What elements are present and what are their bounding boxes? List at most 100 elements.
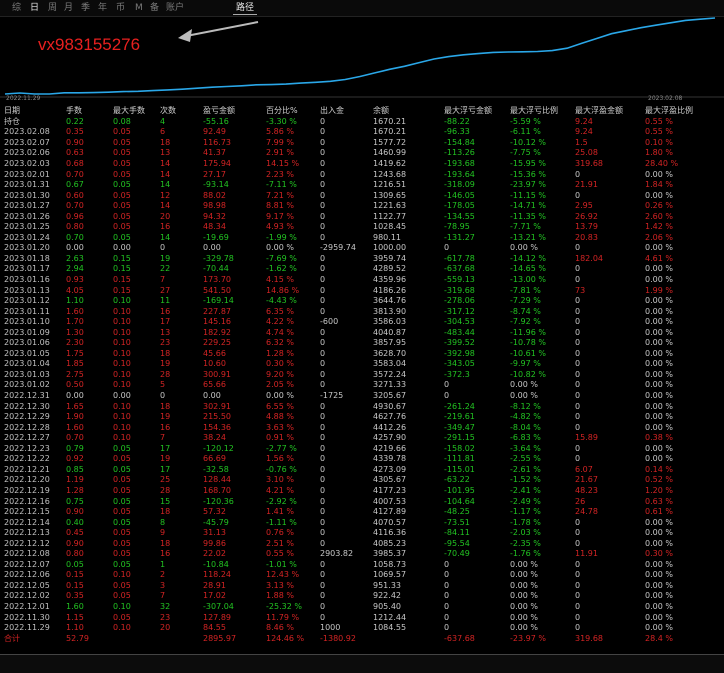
table-row[interactable]: 2023.01.25 0.80 0.05 16 48.34 4.93 % 0 1028.45 -… bbox=[4, 222, 715, 233]
cell-pnl: 118.24 bbox=[203, 570, 231, 580]
table-row[interactable]: 2023.01.31 0.67 0.05 14 -93.14 -7.11 % 0 1216.5… bbox=[4, 180, 715, 191]
table-row[interactable]: 2022.12.20 1.19 0.05 25 128.44 3.10 % 0 4305.67… bbox=[4, 475, 715, 486]
tab-quarter[interactable]: 季 bbox=[81, 2, 90, 14]
tab-day[interactable]: 日 bbox=[30, 2, 39, 14]
table-row[interactable]: 2022.12.12 0.90 0.05 18 99.86 2.51 % 0 4085.23 -… bbox=[4, 538, 715, 549]
cell-max-float-profit: 0 bbox=[575, 454, 581, 464]
cell-pnl: 127.89 bbox=[203, 612, 231, 622]
cell-max-float-profit: 9.24 bbox=[575, 127, 593, 137]
watermark-text: vx983155276 bbox=[38, 35, 141, 54]
table-row[interactable]: 2022.12.14 0.40 0.05 8 -45.79 -1.11 % 0 4070.57… bbox=[4, 517, 715, 528]
table-row[interactable]: 2022.12.27 0.70 0.10 7 38.24 0.91 % 0 4257.90 -2… bbox=[4, 433, 715, 444]
table-row[interactable]: 2023.01.03 2.75 0.10 28 300.91 9.20 % 0 3572.24… bbox=[4, 370, 715, 381]
table-row[interactable]: 2022.12.07 0.05 0.05 1 -10.84 -1.01 % 0 1058.73… bbox=[4, 560, 715, 571]
table-row[interactable]: 2023.01.04 1.85 0.10 19 10.60 0.30 % 0 3583.04 -… bbox=[4, 359, 715, 370]
cell-max-float-profit: 0 bbox=[575, 538, 581, 548]
tab-notes[interactable]: 备 bbox=[150, 2, 159, 14]
table-row[interactable]: 2022.11.30 1.15 0.05 23 127.89 11.79 % 0 1212.4… bbox=[4, 612, 715, 623]
table-row[interactable]: 2023.01.20 0.00 0.00 0 0.00 0.00 % -2959.74 100… bbox=[4, 243, 715, 254]
table-row[interactable]: 2023.01.06 2.30 0.10 23 229.25 6.32 % 0 3857.95… bbox=[4, 338, 715, 349]
table-row[interactable]: 2023.01.11 1.60 0.10 16 227.87 6.35 % 0 3813.90… bbox=[4, 306, 715, 317]
tab-path[interactable]: 路径 bbox=[233, 2, 258, 15]
tab-m[interactable]: M bbox=[135, 2, 143, 14]
cell-max-float-loss-pct: -10.82 % bbox=[510, 369, 546, 379]
cell-date: 2022.12.19 bbox=[4, 485, 50, 495]
table-row[interactable]: 2023.01.17 2.94 0.15 22 -70.44 -1.62 % 0 4289.5… bbox=[4, 264, 715, 275]
cell-count: 23 bbox=[160, 338, 171, 348]
column-header-pct: 百分比% bbox=[266, 106, 298, 116]
table-row[interactable]: 2022.12.06 0.15 0.10 2 118.24 12.43 % 0 1069.57… bbox=[4, 570, 715, 581]
cell-max-float-loss: -101.95 bbox=[444, 485, 475, 495]
table-row[interactable]: 2023.01.27 0.70 0.05 14 98.98 8.81 % 0 1221.63 -… bbox=[4, 201, 715, 212]
tab-year[interactable]: 年 bbox=[98, 2, 107, 14]
table-row[interactable]: 2022.12.21 0.85 0.05 17 -32.58 -0.76 % 0 4273.0… bbox=[4, 465, 715, 476]
table-row[interactable]: 2022.12.05 0.15 0.05 3 28.91 3.13 % 0 951.33 0 0.… bbox=[4, 581, 715, 592]
table-row[interactable]: 2022.12.01 1.60 0.10 32 -307.04 -25.32 % 0 905.… bbox=[4, 602, 715, 613]
cell-max-float-loss: -111.81 bbox=[444, 454, 475, 464]
table-row[interactable]: 2022.12.29 1.90 0.10 19 215.50 4.88 % 0 4627.76… bbox=[4, 412, 715, 423]
cell-count: 15 bbox=[160, 496, 171, 506]
table-row[interactable]: 2023.01.16 0.93 0.15 7 173.70 4.15 % 0 4359.96 -… bbox=[4, 275, 715, 286]
cell-pct: 5.86 % bbox=[266, 127, 294, 137]
cell-pct: 0.55 % bbox=[266, 549, 294, 559]
cell-pct: 2.91 % bbox=[266, 148, 294, 158]
table-row[interactable]: 2023.01.18 2.63 0.15 19 -329.78 -7.69 % 0 3959.… bbox=[4, 254, 715, 265]
table-row[interactable]: 2023.01.05 1.75 0.10 18 45.66 1.28 % 0 3628.70 -… bbox=[4, 349, 715, 360]
cell-count: 13 bbox=[160, 148, 171, 158]
cell-max-float-loss: 0 bbox=[444, 580, 450, 590]
table-row[interactable]: 2023.02.01 0.70 0.05 14 27.17 2.23 % 0 1243.68 -… bbox=[4, 169, 715, 180]
table-row[interactable]: 2022.12.13 0.45 0.05 9 31.13 0.76 % 0 4116.36 -8… bbox=[4, 528, 715, 539]
table-row[interactable]: 2022.12.08 0.80 0.05 16 22.02 0.55 % 2903.82 39… bbox=[4, 549, 715, 560]
table-row[interactable]: 2023.01.30 0.60 0.05 12 88.02 7.21 % 0 1309.65 -… bbox=[4, 190, 715, 201]
tab-comprehensive[interactable]: 综 bbox=[12, 2, 21, 14]
table-row[interactable]: 2022.12.02 0.35 0.05 7 17.02 1.88 % 0 922.42 0 0.… bbox=[4, 591, 715, 602]
table-row[interactable]: 2022.11.29 1.10 0.10 20 84.55 8.46 % 1000 1084.… bbox=[4, 623, 715, 634]
table-row[interactable]: 2023.01.02 0.50 0.10 5 65.66 2.05 % 0 3271.33 0 0… bbox=[4, 380, 715, 391]
table-row[interactable]: 2023.02.07 0.90 0.05 18 116.73 7.99 % 0 1577.72… bbox=[4, 138, 715, 149]
cell-max-lots: 0.05 bbox=[113, 180, 131, 190]
cell-date: 2022.12.05 bbox=[4, 580, 50, 590]
table-row[interactable]: 2022.12.22 0.92 0.05 19 66.69 1.56 % 0 4339.78 -… bbox=[4, 454, 715, 465]
table-row[interactable]: 2022.12.28 1.60 0.10 16 154.36 3.63 % 0 4412.26… bbox=[4, 422, 715, 433]
table-row[interactable]: 2023.02.06 0.63 0.05 13 41.37 2.91 % 0 1460.99 -… bbox=[4, 148, 715, 159]
holding-balance: 1670.21 bbox=[373, 116, 407, 126]
total-row: 合计 52.79 2895.97 124.46 % -1380.92 -637.68 -23… bbox=[4, 633, 715, 644]
table-row[interactable]: 2023.01.13 4.05 0.15 27 541.50 14.86 % 0 4186.2… bbox=[4, 285, 715, 296]
cell-max-float-loss-pct: -7.29 % bbox=[510, 296, 541, 306]
table-row[interactable]: 2023.02.03 0.68 0.05 14 175.94 14.15 % 0 1419.6… bbox=[4, 159, 715, 170]
holding-row[interactable]: 持仓 0.22 0.08 4 -55.16 -3.30 % 0 1670.21 -88.22 -5… bbox=[4, 117, 715, 128]
table-row[interactable]: 2023.01.24 0.70 0.05 14 -19.69 -1.99 % 0 980.11… bbox=[4, 233, 715, 244]
table-row[interactable]: 2022.12.16 0.75 0.05 15 -120.36 -2.92 % 0 4007.… bbox=[4, 496, 715, 507]
table-row[interactable]: 2022.12.23 0.79 0.05 17 -120.12 -2.77 % 0 4219.… bbox=[4, 444, 715, 455]
arrow-head bbox=[178, 29, 192, 42]
cell-balance: 905.40 bbox=[373, 601, 401, 611]
tab-currency[interactable]: 币 bbox=[116, 2, 125, 14]
table-row[interactable]: 2022.12.30 1.65 0.10 18 302.91 6.55 % 0 4930.67… bbox=[4, 401, 715, 412]
table-row[interactable]: 2022.12.31 0.00 0.00 0 0.00 0.00 % -1725 3205.6… bbox=[4, 391, 715, 402]
cell-max-float-profit-pct: 1.84 % bbox=[645, 180, 673, 190]
tab-month[interactable]: 月 bbox=[64, 2, 73, 14]
tab-account[interactable]: 账户 bbox=[166, 2, 184, 14]
cell-lots: 0.35 bbox=[66, 127, 84, 137]
cell-max-float-loss: 0 bbox=[444, 380, 450, 390]
cell-pnl: -10.84 bbox=[203, 559, 229, 569]
cell-flow: 0 bbox=[320, 275, 326, 285]
cell-pnl: 48.34 bbox=[203, 222, 226, 232]
cell-pnl: 227.87 bbox=[203, 306, 231, 316]
cell-pnl: -120.36 bbox=[203, 496, 234, 506]
cell-balance: 4186.26 bbox=[373, 285, 407, 295]
table-row[interactable]: 2023.02.08 0.35 0.05 6 92.49 5.86 % 0 1670.21 -9… bbox=[4, 127, 715, 138]
table-row[interactable]: 2023.01.12 1.10 0.10 11 -169.14 -4.43 % 0 3644.… bbox=[4, 296, 715, 307]
tab-week[interactable]: 周 bbox=[48, 2, 57, 14]
table-row[interactable]: 2022.12.15 0.90 0.05 18 57.32 1.41 % 0 4127.89 -… bbox=[4, 507, 715, 518]
cell-count: 7 bbox=[160, 433, 166, 443]
table-row[interactable]: 2023.01.10 1.70 0.10 17 145.16 4.22 % -600 3586… bbox=[4, 317, 715, 328]
cell-date: 2023.01.25 bbox=[4, 222, 50, 232]
cell-lots: 0.90 bbox=[66, 137, 84, 147]
holding-pct: -3.30 % bbox=[266, 116, 297, 126]
table-row[interactable]: 2023.01.26 0.96 0.05 20 94.32 9.17 % 0 1122.77 -… bbox=[4, 211, 715, 222]
table-row[interactable]: 2022.12.19 1.28 0.05 28 168.70 4.21 % 0 4177.23… bbox=[4, 486, 715, 497]
total-date: 合计 bbox=[4, 633, 20, 643]
table-row[interactable]: 2023.01.09 1.30 0.10 13 182.92 4.74 % 0 4040.87… bbox=[4, 327, 715, 338]
cell-max-float-profit: 0 bbox=[575, 623, 581, 633]
